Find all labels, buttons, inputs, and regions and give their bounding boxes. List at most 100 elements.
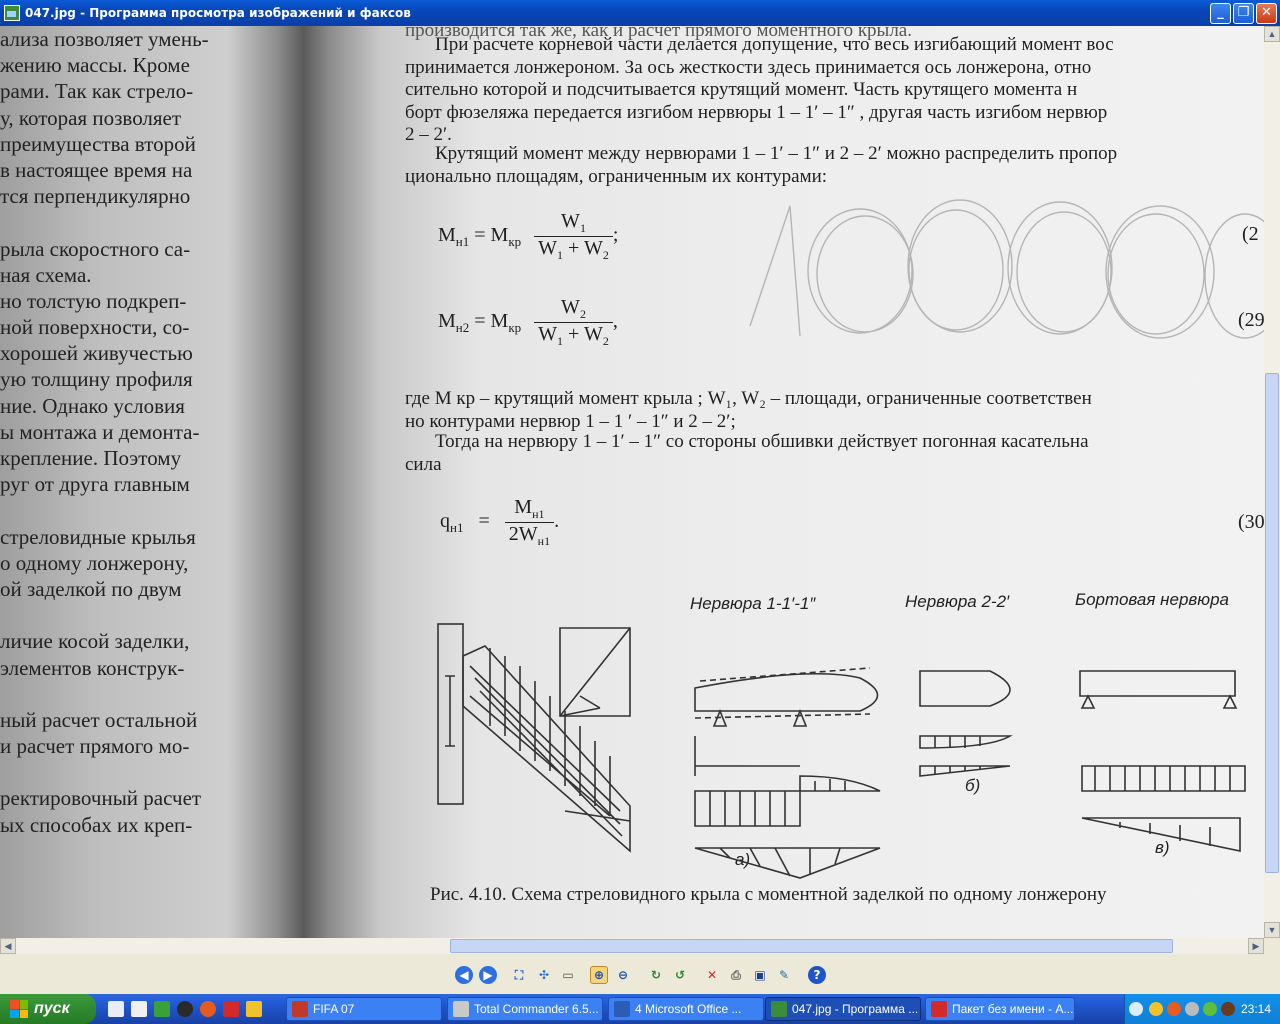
taskbar-button[interactable]: Пакет без имени - А...: [925, 997, 1075, 1021]
right-page-paragraph-2: Крутящий момент между нервюрами 1 – 1′ –…: [405, 143, 1117, 188]
right-page-paragraph-1: При расчете корневой части делается допу…: [405, 34, 1114, 147]
quicklaunch-firefox-icon[interactable]: [200, 1001, 216, 1017]
zoom-out-icon[interactable]: ⊖: [614, 966, 632, 984]
left-page-line: ная схема.: [0, 262, 92, 287]
taskbar-button-label: Пакет без имени - А...: [952, 1002, 1074, 1016]
text-line: борт фюзеляжа передается изгибом нервюры…: [405, 101, 1108, 123]
taskbar-app-icon: [292, 1001, 308, 1017]
taskbar-button[interactable]: FIFA 07: [286, 997, 442, 1021]
left-page-text: ализа позволяет умень-жению массы. Кроме…: [0, 26, 250, 838]
start-button[interactable]: пуск: [0, 994, 96, 1024]
equation-3: qн1 = Mн1 2Wн1 .: [440, 496, 560, 548]
system-tray: 23:14: [1124, 994, 1280, 1024]
best-fit-icon[interactable]: ⛶: [510, 966, 528, 984]
vertical-scroll-thumb[interactable]: [1265, 373, 1279, 873]
left-page-line: ую толщину профиля: [0, 367, 193, 392]
delete-icon[interactable]: ✕: [703, 966, 721, 984]
quicklaunch-media-icon[interactable]: [177, 1001, 193, 1017]
taskbar-button-label: FIFA 07: [313, 1002, 355, 1016]
scroll-left-icon[interactable]: ◀: [0, 938, 16, 954]
left-page-line: ной поверхности, со-: [0, 315, 190, 340]
zoom-in-icon[interactable]: ⊕: [590, 966, 608, 984]
windows-logo-icon: [10, 1000, 28, 1018]
rotate-counterclockwise-icon[interactable]: ↺: [671, 966, 689, 984]
horizontal-scrollbar[interactable]: ◀ ▶: [0, 938, 1264, 954]
right-page-paragraph-3: где M кр – крутящий момент крыла ; W₁, W…: [405, 388, 1092, 433]
scanned-book-page: ализа позволяет умень-жению массы. Кроме…: [0, 26, 1264, 938]
equation-1: Mн1 = Mкр W1 W1 + W2 ;: [438, 210, 619, 262]
left-page-line: стреловидные крылья: [0, 524, 196, 549]
left-page-line: ние. Однако условия: [0, 393, 185, 418]
left-page-line: ой заделкой по двум: [0, 576, 182, 601]
left-page-line: ализа позволяет умень-: [0, 27, 209, 51]
left-page-line: но толстую подкреп-: [0, 288, 187, 313]
minimize-button[interactable]: _: [1210, 3, 1231, 24]
text-line: сительно которой и подсчитывается крутящ…: [405, 79, 1078, 100]
next-image-icon[interactable]: ▶: [479, 966, 497, 984]
previous-image-icon[interactable]: ◀: [455, 966, 473, 984]
tray-icon-3[interactable]: [1185, 1002, 1199, 1016]
save-icon[interactable]: ▣: [751, 966, 769, 984]
maximize-button[interactable]: ❐: [1233, 3, 1254, 24]
taskbar-button-label: 047.jpg - Программа ...: [792, 1002, 919, 1016]
rotate-clockwise-icon[interactable]: ↻: [647, 966, 665, 984]
tray-icon-4[interactable]: [1203, 1002, 1217, 1016]
taskbar-button[interactable]: 4 Microsoft Office ...: [608, 997, 764, 1021]
text-line: Тогда на нервюру 1 – 1′ – 1″ со стороны …: [435, 431, 1089, 452]
left-page-line: тся перпендикулярно: [0, 184, 191, 209]
left-page-line: в настоящее время на: [0, 157, 193, 182]
left-page-line: [0, 602, 250, 628]
left-page-line: личие косой заделки,: [0, 629, 190, 654]
print-icon[interactable]: ⎙: [727, 966, 745, 984]
image-viewer-app-icon[interactable]: [4, 5, 20, 21]
left-page-line: преимущества второй: [0, 131, 196, 156]
taskbar-button[interactable]: 047.jpg - Программа ...: [765, 997, 921, 1021]
left-page-line: [0, 759, 250, 785]
help-icon[interactable]: ?: [808, 966, 826, 984]
edit-icon[interactable]: ✎: [775, 966, 793, 984]
taskbar-app-icon: [931, 1001, 947, 1017]
tray-icon-1[interactable]: [1149, 1002, 1163, 1016]
tray-icon-2[interactable]: [1167, 1002, 1181, 1016]
left-page-line: у, которая позволяет: [0, 105, 182, 130]
left-page-line: ы монтажа и демонта-: [0, 419, 200, 444]
text-line: Крутящий момент между нервюрами 1 – 1′ –…: [435, 143, 1118, 164]
left-page-line: жению массы. Кроме: [0, 53, 190, 78]
actual-size-icon[interactable]: ✣: [535, 966, 553, 984]
tray-icon-5[interactable]: [1221, 1002, 1235, 1016]
taskbar-app-icon: [771, 1001, 787, 1017]
left-page-line: [0, 681, 250, 707]
close-button[interactable]: ✕: [1256, 3, 1277, 24]
left-page-line: крепление. Поэтому: [0, 446, 182, 470]
left-page-line: рыла скоростного са-: [0, 236, 191, 261]
quicklaunch-folder-icon[interactable]: [246, 1001, 262, 1017]
left-page-line: ректировочный расчет: [0, 786, 202, 811]
taskbar: пуск FIFA 07 Total Commander 6.5... 4 Micr…: [0, 994, 1280, 1024]
taskbar-app-icon: [614, 1001, 630, 1017]
quicklaunch-window-icon[interactable]: [131, 1001, 147, 1017]
window-title: 047.jpg - Программа просмотра изображени…: [25, 6, 411, 20]
scroll-right-icon[interactable]: ▶: [1248, 938, 1264, 954]
scroll-down-icon[interactable]: ▼: [1264, 922, 1280, 938]
left-page-line: ых способах их креп-: [0, 812, 193, 837]
pencil-scribble: [749, 199, 1264, 339]
text-line: принимается лонжероном. За ось жесткости…: [405, 56, 1092, 78]
left-page-line: о одному лонжерону,: [0, 550, 189, 575]
taskbar-button-label: 4 Microsoft Office ...: [635, 1002, 742, 1016]
vertical-scrollbar[interactable]: ▲ ▼: [1264, 26, 1280, 938]
horizontal-scroll-thumb[interactable]: [450, 939, 1173, 953]
text-line: где M кр – крутящий момент крыла ; W₁, W…: [405, 388, 1092, 409]
scroll-up-icon[interactable]: ▲: [1264, 26, 1280, 42]
quicklaunch-arrow-icon[interactable]: [154, 1001, 170, 1017]
left-page-line: элементов конструк-: [0, 655, 185, 680]
window-titlebar[interactable]: 047.jpg - Программа просмотра изображени…: [0, 0, 1280, 26]
taskbar-app-icon: [453, 1001, 469, 1017]
left-page-line: ный расчет остальной: [0, 707, 198, 732]
text-line: ционально площадям, ограниченным их конт…: [405, 165, 828, 187]
quicklaunch-app-icon[interactable]: [223, 1001, 239, 1017]
show-desktop-icon[interactable]: [108, 1001, 124, 1017]
tray-expand-icon[interactable]: [1129, 1002, 1143, 1016]
slideshow-icon[interactable]: ▭: [559, 966, 577, 984]
taskbar-button[interactable]: Total Commander 6.5...: [447, 997, 603, 1021]
image-view-area[interactable]: ализа позволяет умень-жению массы. Кроме…: [0, 26, 1264, 938]
